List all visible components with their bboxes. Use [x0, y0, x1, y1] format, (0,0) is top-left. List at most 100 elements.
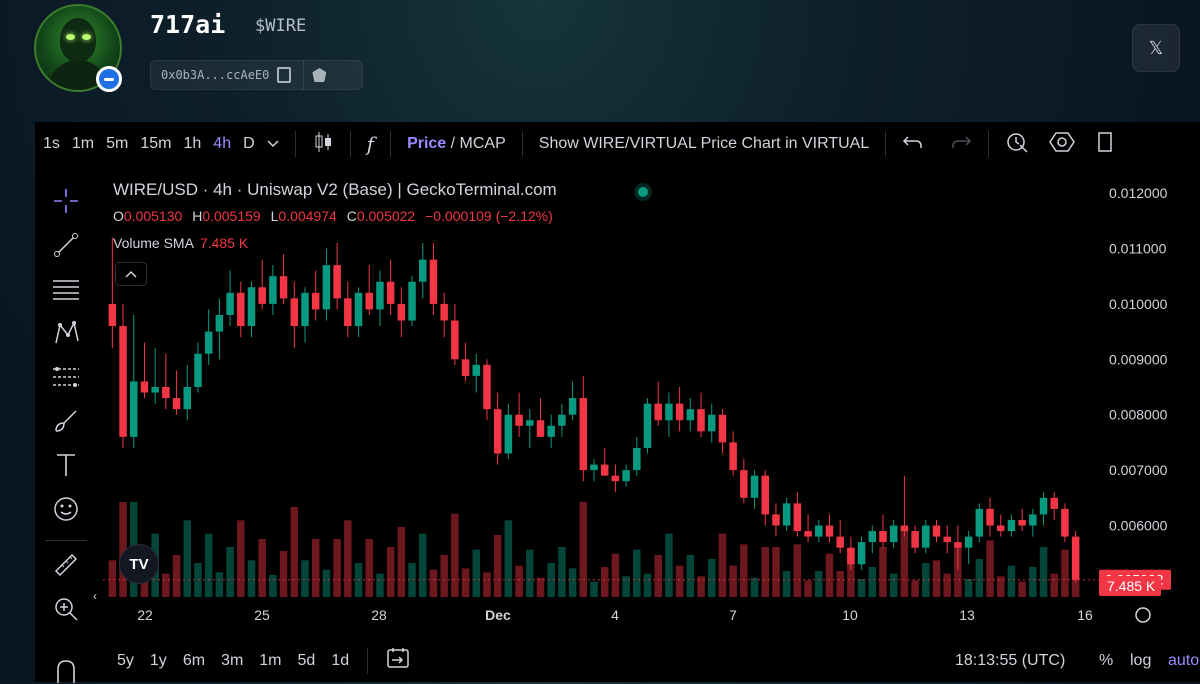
range-6m[interactable]: 6m: [175, 652, 213, 670]
settings-gear-icon[interactable]: [1043, 130, 1081, 159]
volume-bar: [504, 520, 513, 597]
volume-bar: [194, 563, 202, 597]
interval-15m[interactable]: 15m: [134, 135, 177, 153]
volume-bar: [536, 577, 545, 597]
divider: [303, 60, 305, 90]
candle-body: [365, 292, 373, 310]
range-1y[interactable]: 1y: [142, 652, 175, 670]
price-option[interactable]: Price: [407, 135, 446, 152]
alert-clock-icon[interactable]: [999, 130, 1035, 159]
candle-body: [258, 287, 266, 304]
volume-bar: [643, 573, 652, 597]
candle-body: [975, 508, 984, 537]
candle-body: [611, 475, 620, 482]
copy-icon[interactable]: [277, 67, 292, 83]
volume-bar: [386, 547, 395, 597]
range-3m[interactable]: 3m: [213, 652, 251, 670]
chart-title: WIRE/USD · 4h · Uniswap V2 (Base) | Geck…: [113, 180, 557, 199]
volume-bar: [633, 549, 641, 597]
y-tick-label: 0.007000: [1109, 462, 1168, 478]
auto-scale-toggle[interactable]: auto: [1168, 652, 1199, 670]
tradingview-logo-icon[interactable]: TV: [119, 544, 159, 584]
candle-body: [172, 398, 181, 410]
interval-1m[interactable]: 1m: [66, 135, 100, 153]
indicators-fx-icon[interactable]: f: [361, 132, 380, 156]
interval-1h[interactable]: 1h: [178, 135, 208, 153]
date-range-icon[interactable]: [378, 647, 418, 674]
candle-body: [932, 525, 941, 537]
redo-icon[interactable]: [944, 134, 978, 155]
interval-1s[interactable]: 1s: [35, 135, 66, 153]
chart-panel: 1s 1m 5m 15m 1h 4h D f Price / MCAP Show…: [35, 122, 1200, 684]
candle-body: [311, 292, 320, 310]
range-5y[interactable]: 5y: [97, 652, 142, 670]
candle-body: [707, 414, 716, 432]
candle-body: [943, 536, 951, 543]
candle-body: [750, 475, 759, 498]
candle-body: [847, 547, 855, 565]
candle-body: [686, 409, 695, 421]
mcap-option[interactable]: MCAP: [460, 135, 506, 152]
undo-icon[interactable]: [896, 134, 930, 155]
percent-scale-toggle[interactable]: %: [1099, 652, 1113, 670]
x-social-button[interactable]: 𝕏: [1132, 24, 1180, 72]
volume-bar: [600, 567, 609, 597]
token-avatar: [34, 4, 122, 92]
x-tick-label: 25: [254, 607, 270, 623]
axis-settings-icon: [1135, 607, 1151, 623]
volume-bar: [344, 520, 352, 597]
interval-4h[interactable]: 4h: [207, 135, 237, 153]
volume-bar: [493, 535, 502, 597]
price-mcap-toggle[interactable]: Price / MCAP: [401, 135, 512, 153]
candle-body: [536, 420, 545, 437]
range-1m[interactable]: 1m: [251, 652, 289, 670]
range-5d[interactable]: 5d: [290, 652, 324, 670]
candle-body: [183, 387, 192, 410]
volume-bar: [590, 581, 598, 597]
range-1d[interactable]: 1d: [323, 652, 357, 670]
scroll-left-icon: ‹: [93, 589, 97, 603]
collapse-legend-button[interactable]: [115, 262, 147, 286]
x-tick-label: Dec: [485, 607, 511, 623]
candle-body: [793, 503, 802, 532]
candle-body: [151, 387, 159, 393]
contract-address-box[interactable]: 0x0b3A...ccAeE0: [150, 60, 363, 90]
volume-bar: [258, 539, 266, 597]
chevron-down-icon[interactable]: [261, 135, 285, 153]
magnet-icon[interactable]: [51, 654, 81, 684]
volume-bar: [986, 540, 994, 597]
close-value: 0.005022: [356, 208, 416, 224]
fullscreen-icon[interactable]: [1091, 131, 1119, 158]
candle-body: [782, 503, 791, 526]
candle-body: [269, 276, 277, 304]
candle-body: [119, 326, 127, 437]
candles-type-icon[interactable]: [306, 130, 340, 159]
explorer-icon[interactable]: [312, 68, 327, 82]
candle-body: [996, 525, 1005, 532]
candle-body: [429, 259, 438, 304]
volume-bar: [429, 569, 438, 597]
candle-body: [868, 531, 877, 543]
candle-body: [344, 298, 352, 327]
candle-body: [633, 447, 641, 471]
candle-body: [729, 442, 737, 471]
high-label: H: [192, 208, 203, 224]
interval-d[interactable]: D: [237, 135, 261, 153]
candle-body: [226, 292, 234, 315]
volume-bar: [889, 573, 898, 597]
volume-bar: [162, 573, 170, 597]
volume-bar: [932, 560, 941, 597]
candle-body: [451, 320, 459, 360]
log-scale-toggle[interactable]: log: [1130, 652, 1151, 670]
candle-body: [504, 414, 513, 454]
interval-5m[interactable]: 5m: [100, 135, 134, 153]
volume-bar: [868, 567, 877, 597]
utc-clock[interactable]: 18:13:55 (UTC): [955, 652, 1065, 670]
show-virtual-chart-button[interactable]: Show WIRE/VIRTUAL Price Chart in VIRTUAL: [533, 135, 875, 153]
volume-bar: [461, 568, 470, 597]
volume-bar: [558, 547, 566, 597]
candle-body: [568, 398, 577, 415]
candle-body: [1018, 519, 1026, 526]
volume-bar: [1061, 549, 1069, 597]
volume-bar: [675, 565, 684, 597]
